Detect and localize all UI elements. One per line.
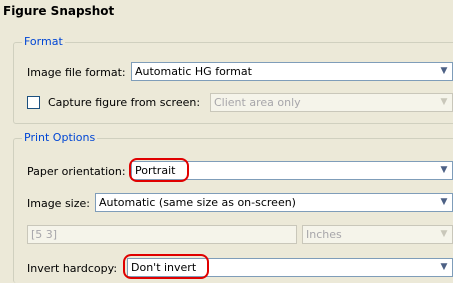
capture-area-dropdown[interactable]: Client area only ▼ <box>210 93 453 112</box>
chevron-down-icon[interactable]: ▼ <box>436 194 452 211</box>
chevron-down-icon[interactable]: ▼ <box>436 63 452 80</box>
image-size-value: Automatic (same size as on-screen) <box>99 196 296 209</box>
print-options-legend: Print Options <box>22 131 98 144</box>
capture-figure-label: Capture figure from screen: <box>48 96 201 109</box>
paper-orientation-label: Paper orientation: <box>27 165 126 178</box>
format-legend: Format <box>22 35 65 48</box>
image-size-dropdown[interactable]: Automatic (same size as on-screen) ▼ <box>95 193 453 212</box>
image-file-format-dropdown[interactable]: Automatic HG format ▼ <box>131 62 453 81</box>
chevron-down-icon[interactable]: ▼ <box>436 226 452 243</box>
image-size-label: Image size: <box>27 197 90 210</box>
orientation-highlight-circle <box>129 158 189 182</box>
chevron-down-icon[interactable]: ▼ <box>436 94 452 111</box>
image-file-format-value: Automatic HG format <box>135 65 252 78</box>
capture-area-value: Client area only <box>214 96 301 109</box>
chevron-down-icon[interactable]: ▼ <box>436 162 452 179</box>
image-units-value: Inches <box>306 228 342 241</box>
dialog-title: Figure Snapshot <box>3 4 115 18</box>
image-dimensions-field[interactable]: [5 3] <box>27 225 297 244</box>
capture-figure-checkbox[interactable] <box>27 96 40 109</box>
image-dimensions-value: [5 3] <box>31 228 58 241</box>
chevron-down-icon[interactable]: ▼ <box>436 259 452 276</box>
invert-highlight-circle <box>123 254 209 279</box>
invert-hardcopy-label: Invert hardcopy: <box>27 262 118 275</box>
image-file-format-label: Image file format: <box>27 66 126 79</box>
image-units-dropdown[interactable]: Inches ▼ <box>302 225 453 244</box>
